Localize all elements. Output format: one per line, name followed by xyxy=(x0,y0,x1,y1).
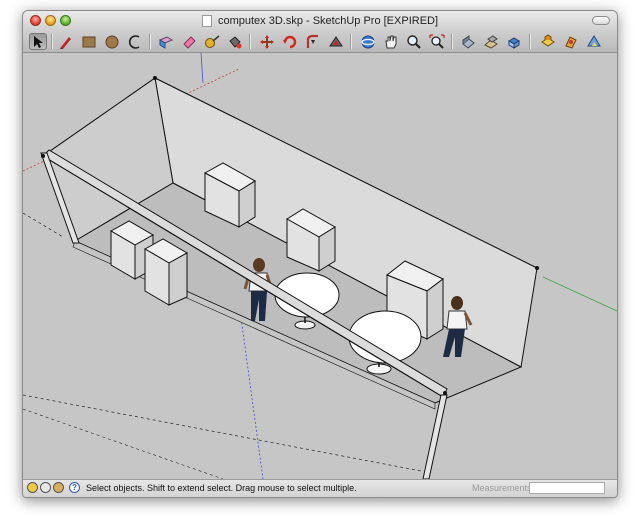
sketchup-window: computex 3D.skp - SketchUp Pro [EXPIRED] xyxy=(22,10,618,498)
paint-bucket-icon[interactable] xyxy=(226,33,244,50)
move-icon[interactable] xyxy=(258,33,276,50)
rectangle-icon[interactable] xyxy=(80,33,98,50)
window-title: computex 3D.skp - SketchUp Pro [EXPIRED] xyxy=(217,15,439,27)
components-icon[interactable] xyxy=(539,33,557,50)
push-pull-icon[interactable] xyxy=(157,33,175,50)
toolbar-separator xyxy=(451,34,453,49)
pencil-icon[interactable] xyxy=(57,33,75,50)
green-axis xyxy=(542,276,617,312)
user-icon[interactable] xyxy=(53,482,64,493)
pan-icon[interactable] xyxy=(382,33,400,50)
offset-icon[interactable] xyxy=(327,33,345,50)
status-bar: ? Select objects. Shift to extend select… xyxy=(23,479,617,497)
standard-views-icon[interactable] xyxy=(505,33,523,50)
title-bar[interactable]: computex 3D.skp - SketchUp Pro [EXPIRED] xyxy=(23,11,617,31)
measurements-label: Measurements xyxy=(472,483,532,493)
next-view-icon[interactable] xyxy=(482,33,500,50)
eraser-icon[interactable] xyxy=(180,33,198,50)
main-toolbar xyxy=(23,31,617,53)
toolbar-separator xyxy=(529,34,531,49)
select-arrow-icon[interactable] xyxy=(29,33,47,50)
minimize-window-button[interactable] xyxy=(45,15,56,26)
arc-icon[interactable] xyxy=(126,33,144,50)
toolbar-separator xyxy=(350,34,352,49)
hidden-edge xyxy=(23,408,224,479)
credits-icon[interactable] xyxy=(40,482,51,493)
toolbar-separator xyxy=(51,34,53,49)
left-cabinet-2[interactable] xyxy=(143,238,189,306)
hidden-edge xyxy=(23,394,422,472)
blue-axis xyxy=(200,53,204,84)
title-wrap: computex 3D.skp - SketchUp Pro [EXPIRED] xyxy=(201,11,439,31)
zoom-extents-icon[interactable] xyxy=(428,33,446,50)
toolbar-separator xyxy=(149,34,151,49)
status-message: Select objects. Shift to extend select. … xyxy=(86,483,357,493)
close-window-button[interactable] xyxy=(30,15,41,26)
zoom-icon[interactable] xyxy=(405,33,423,50)
geo-location-icon[interactable] xyxy=(27,482,38,493)
materials-icon[interactable] xyxy=(562,33,580,50)
zoom-window-button[interactable] xyxy=(60,15,71,26)
previous-view-icon[interactable] xyxy=(459,33,477,50)
hidden-edge xyxy=(23,212,64,238)
help-icon[interactable]: ? xyxy=(69,482,80,493)
follow-me-icon[interactable] xyxy=(304,33,322,50)
tape-measure-icon[interactable] xyxy=(203,33,221,50)
document-icon xyxy=(201,15,212,27)
modeling-viewport[interactable] xyxy=(23,53,617,479)
circle-icon[interactable] xyxy=(103,33,121,50)
orbit-icon[interactable] xyxy=(359,33,377,50)
measurements-field[interactable] xyxy=(529,482,605,494)
toolbar-toggle-button[interactable] xyxy=(592,16,610,25)
scene-canvas[interactable] xyxy=(23,53,617,479)
rotate-icon[interactable] xyxy=(281,33,299,50)
toolbar-separator xyxy=(249,34,251,49)
scenes-icon[interactable] xyxy=(585,33,603,50)
